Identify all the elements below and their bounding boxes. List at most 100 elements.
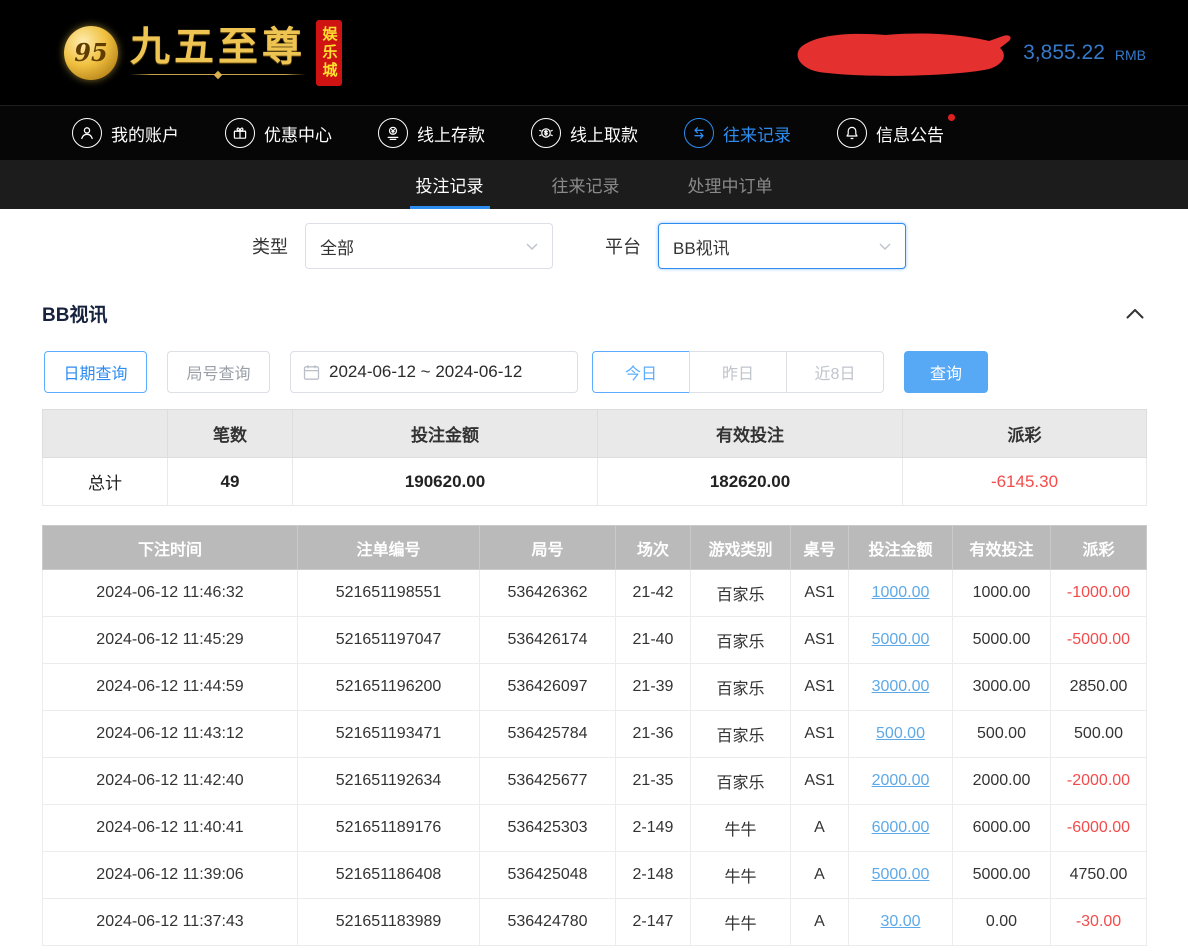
cell-round-no: 536425677 [480,758,616,805]
cell-game-type: 百家乐 [691,711,791,758]
filter-bar: 类型 全部 平台 BB视讯 [0,209,1188,282]
platform-select[interactable]: BB视讯 [658,223,906,269]
summary-header-valid-bet: 有效投注 [598,410,903,458]
cell-valid-bet: 0.00 [953,899,1051,946]
cell-round-no: 536426174 [480,617,616,664]
cell-bet-time: 2024-06-12 11:45:29 [43,617,298,664]
table-row: 2024-06-12 11:44:59 521651196200 5364260… [43,664,1147,711]
last-8-days-button[interactable]: 近8日 [786,351,884,393]
col-session: 场次 [616,526,691,570]
col-payout: 派彩 [1051,526,1147,570]
cell-bet-time: 2024-06-12 11:46:32 [43,570,298,617]
cell-bet-amount-link[interactable]: 30.00 [849,899,953,946]
tab-label: 投注记录 [416,172,484,197]
platform-select-value: BB视讯 [673,234,730,259]
cell-valid-bet: 3000.00 [953,664,1051,711]
nav-item-transaction-records[interactable]: 往来记录 [684,118,791,148]
platform-filter-label: 平台 [605,233,641,259]
cell-bet-time: 2024-06-12 11:43:12 [43,711,298,758]
deposit-coin-icon [378,118,408,148]
cell-payout: 4750.00 [1051,852,1147,899]
gift-icon [225,118,255,148]
cell-bet-id: 521651183989 [298,899,480,946]
cell-bet-id: 521651186408 [298,852,480,899]
chevron-down-icon [879,243,891,250]
calendar-icon [303,364,320,381]
chevron-down-icon [526,243,538,250]
bet-records-table: 下注时间 注单编号 局号 场次 游戏类别 桌号 投注金额 有效投注 派彩 202… [42,525,1147,946]
cell-bet-amount-link[interactable]: 2000.00 [849,758,953,805]
cell-payout: 2850.00 [1051,664,1147,711]
tab-processing-orders[interactable]: 处理中订单 [682,160,779,209]
round-query-button[interactable]: 局号查询 [167,351,270,393]
cell-round-no: 536425784 [480,711,616,758]
col-table-no: 桌号 [791,526,849,570]
cell-table-no: AS1 [791,664,849,711]
col-game-type: 游戏类别 [691,526,791,570]
table-row: 2024-06-12 11:45:29 521651197047 5364261… [43,617,1147,664]
cell-bet-amount-link[interactable]: 1000.00 [849,570,953,617]
today-button[interactable]: 今日 [592,351,690,393]
nav-item-announcements[interactable]: 信息公告 [837,118,944,148]
cell-round-no: 536426097 [480,664,616,711]
chevron-up-icon [1126,308,1144,319]
search-button[interactable]: 查询 [904,351,988,393]
section-title: BB视讯 [42,300,107,327]
cell-payout: -30.00 [1051,899,1147,946]
platform-section-header: BB视讯 [0,282,1188,337]
bet-table-header-row: 下注时间 注单编号 局号 场次 游戏类别 桌号 投注金额 有效投注 派彩 [43,526,1147,570]
cell-valid-bet: 500.00 [953,711,1051,758]
cell-payout: -2000.00 [1051,758,1147,805]
cell-bet-time: 2024-06-12 11:37:43 [43,899,298,946]
cell-bet-id: 521651192634 [298,758,480,805]
cell-bet-time: 2024-06-12 11:40:41 [43,805,298,852]
table-row: 2024-06-12 11:43:12 521651193471 5364257… [43,711,1147,758]
type-select[interactable]: 全部 [305,223,553,269]
cell-game-type: 牛牛 [691,805,791,852]
cell-session: 21-40 [616,617,691,664]
bell-icon [837,118,867,148]
withdraw-dollar-icon [531,118,561,148]
date-query-button[interactable]: 日期查询 [44,351,147,393]
cell-bet-amount-link[interactable]: 3000.00 [849,664,953,711]
cell-bet-amount-link[interactable]: 5000.00 [849,617,953,664]
collapse-section-button[interactable] [1126,308,1144,319]
nav-item-promotions[interactable]: 优惠中心 [225,118,332,148]
cell-table-no: A [791,899,849,946]
cell-round-no: 536425048 [480,852,616,899]
logo-coin-icon: 95 [64,26,118,80]
cell-game-type: 百家乐 [691,617,791,664]
nav-item-my-account[interactable]: 我的账户 [72,118,179,148]
query-toolbar: 日期查询 局号查询 2024-06-12 ~ 2024-06-12 今日 昨日 … [0,337,1188,393]
summary-header-empty [43,410,168,458]
nav-label: 优惠中心 [264,121,332,146]
yesterday-button[interactable]: 昨日 [689,351,787,393]
col-round-no: 局号 [480,526,616,570]
logo-badge: 娱乐城 [316,20,342,86]
cell-game-type: 百家乐 [691,758,791,805]
cell-game-type: 牛牛 [691,899,791,946]
cell-bet-amount-link[interactable]: 6000.00 [849,805,953,852]
nav-label: 信息公告 [876,121,944,146]
nav-label: 线上取款 [570,121,638,146]
cell-round-no: 536425303 [480,805,616,852]
summary-header-count: 笔数 [168,410,293,458]
summary-table: 笔数 投注金额 有效投注 派彩 总计 49 190620.00 182620.0… [42,409,1147,506]
date-range-input[interactable]: 2024-06-12 ~ 2024-06-12 [290,351,578,393]
nav-item-withdraw[interactable]: 线上取款 [531,118,638,148]
tab-transaction-records[interactable]: 往来记录 [546,160,626,209]
cell-bet-amount-link[interactable]: 5000.00 [849,852,953,899]
site-logo[interactable]: 95 九五至尊 娱乐城 [64,20,342,86]
cell-bet-amount-link[interactable]: 500.00 [849,711,953,758]
redacted-username-scribble [791,28,1013,78]
cell-bet-time: 2024-06-12 11:44:59 [43,664,298,711]
cell-table-no: AS1 [791,758,849,805]
summary-total-row: 总计 49 190620.00 182620.00 -6145.30 [43,458,1147,506]
nav-item-deposit[interactable]: 线上存款 [378,118,485,148]
tab-bet-records[interactable]: 投注记录 [410,160,490,209]
notification-dot [948,114,955,121]
cell-table-no: AS1 [791,711,849,758]
date-range-value: 2024-06-12 ~ 2024-06-12 [329,362,522,382]
cell-payout: -1000.00 [1051,570,1147,617]
cell-bet-time: 2024-06-12 11:42:40 [43,758,298,805]
